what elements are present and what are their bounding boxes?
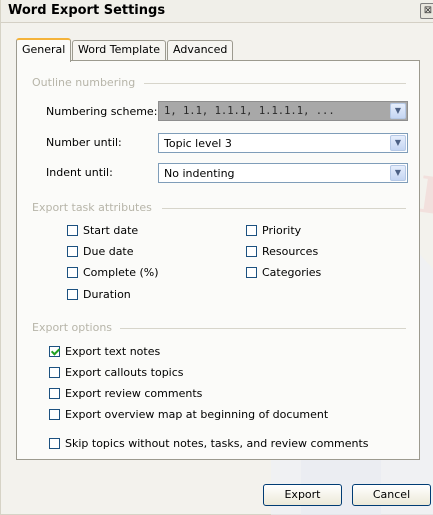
start-date-checkbox[interactable]: Start date: [67, 224, 138, 237]
window-title: Word Export Settings: [8, 3, 166, 18]
export-callouts-topics-checkbox[interactable]: Export callouts topics: [49, 366, 184, 379]
general-tab-panel: Outline numbering Numbering scheme: 1, 1…: [16, 60, 420, 460]
export-review-comments-checkbox[interactable]: Export review comments: [49, 387, 202, 400]
priority-label: Priority: [262, 224, 302, 237]
export-overview-map-checkbox[interactable]: Export overview map at beginning of docu…: [49, 408, 328, 421]
resources-label: Resources: [262, 245, 319, 258]
due-date-label: Due date: [83, 245, 134, 258]
duration-label: Duration: [83, 288, 131, 301]
title-bar: Word Export Settings ⊠: [1, 0, 433, 23]
categories-checkbox[interactable]: Categories: [246, 266, 321, 279]
export-text-notes-checkbox[interactable]: Export text notes: [49, 345, 160, 358]
numbering-scheme-select[interactable]: 1, 1.1, 1.1.1, 1.1.1.1, ... ▼: [158, 101, 408, 121]
checkbox-box[interactable]: [246, 225, 257, 236]
number-until-select[interactable]: Topic level 3 ▼: [158, 133, 408, 153]
number-until-value: Topic level 3: [164, 137, 232, 150]
outline-numbering-divider: [144, 83, 406, 84]
checkbox-box[interactable]: [49, 409, 60, 420]
tab-general[interactable]: General: [16, 38, 72, 62]
checkbox-box[interactable]: [49, 438, 60, 449]
checkbox-box[interactable]: [67, 267, 78, 278]
numbering-scheme-label: Numbering scheme:: [46, 105, 158, 118]
export-review-comments-label: Export review comments: [65, 387, 203, 400]
skip-topics-label: Skip topics without notes, tasks, and re…: [65, 437, 369, 450]
priority-checkbox[interactable]: Priority: [246, 224, 301, 237]
start-date-label: Start date: [83, 224, 139, 237]
checkbox-box[interactable]: [67, 225, 78, 236]
checkbox-box[interactable]: [49, 367, 60, 378]
export-task-attributes-divider: [162, 208, 406, 209]
checkbox-box[interactable]: [49, 346, 60, 357]
outline-numbering-heading: Outline numbering: [32, 76, 136, 89]
export-task-attributes-heading: Export task attributes: [32, 201, 152, 214]
chevron-down-icon[interactable]: ▼: [390, 165, 406, 181]
export-options-heading: Export options: [32, 321, 113, 334]
cancel-button[interactable]: Cancel: [352, 484, 431, 506]
numbering-scheme-value: 1, 1.1, 1.1.1, 1.1.1.1, ...: [164, 105, 335, 117]
due-date-checkbox[interactable]: Due date: [67, 245, 134, 258]
skip-topics-checkbox[interactable]: Skip topics without notes, tasks, and re…: [49, 437, 369, 450]
categories-label: Categories: [262, 266, 322, 279]
tab-advanced[interactable]: Advanced: [167, 40, 234, 60]
word-export-settings-dialog: Word Export Settings ⊠ DropBo General Wo…: [0, 0, 433, 515]
export-text-notes-label: Export text notes: [65, 345, 161, 358]
checkbox-box[interactable]: [67, 289, 78, 300]
complete-label: Complete (%): [83, 266, 159, 279]
duration-checkbox[interactable]: Duration: [67, 288, 131, 301]
indent-until-label: Indent until:: [46, 166, 113, 179]
indent-until-value: No indenting: [164, 167, 235, 180]
export-options-divider: [120, 328, 406, 329]
resources-checkbox[interactable]: Resources: [246, 245, 318, 258]
chevron-down-icon[interactable]: ▼: [390, 103, 406, 119]
export-button[interactable]: Export: [263, 484, 342, 506]
complete-checkbox[interactable]: Complete (%): [67, 266, 159, 279]
tab-word-template[interactable]: Word Template: [72, 40, 166, 60]
chevron-down-icon[interactable]: ▼: [390, 135, 406, 151]
indent-until-select[interactable]: No indenting ▼: [158, 163, 408, 183]
checkbox-box[interactable]: [67, 246, 78, 257]
checkbox-box[interactable]: [49, 388, 60, 399]
checkbox-box[interactable]: [246, 267, 257, 278]
checkbox-box[interactable]: [246, 246, 257, 257]
close-icon[interactable]: ⊠: [420, 3, 433, 19]
number-until-label: Number until:: [46, 136, 122, 149]
export-callouts-topics-label: Export callouts topics: [65, 366, 184, 379]
export-overview-map-label: Export overview map at beginning of docu…: [65, 408, 329, 421]
